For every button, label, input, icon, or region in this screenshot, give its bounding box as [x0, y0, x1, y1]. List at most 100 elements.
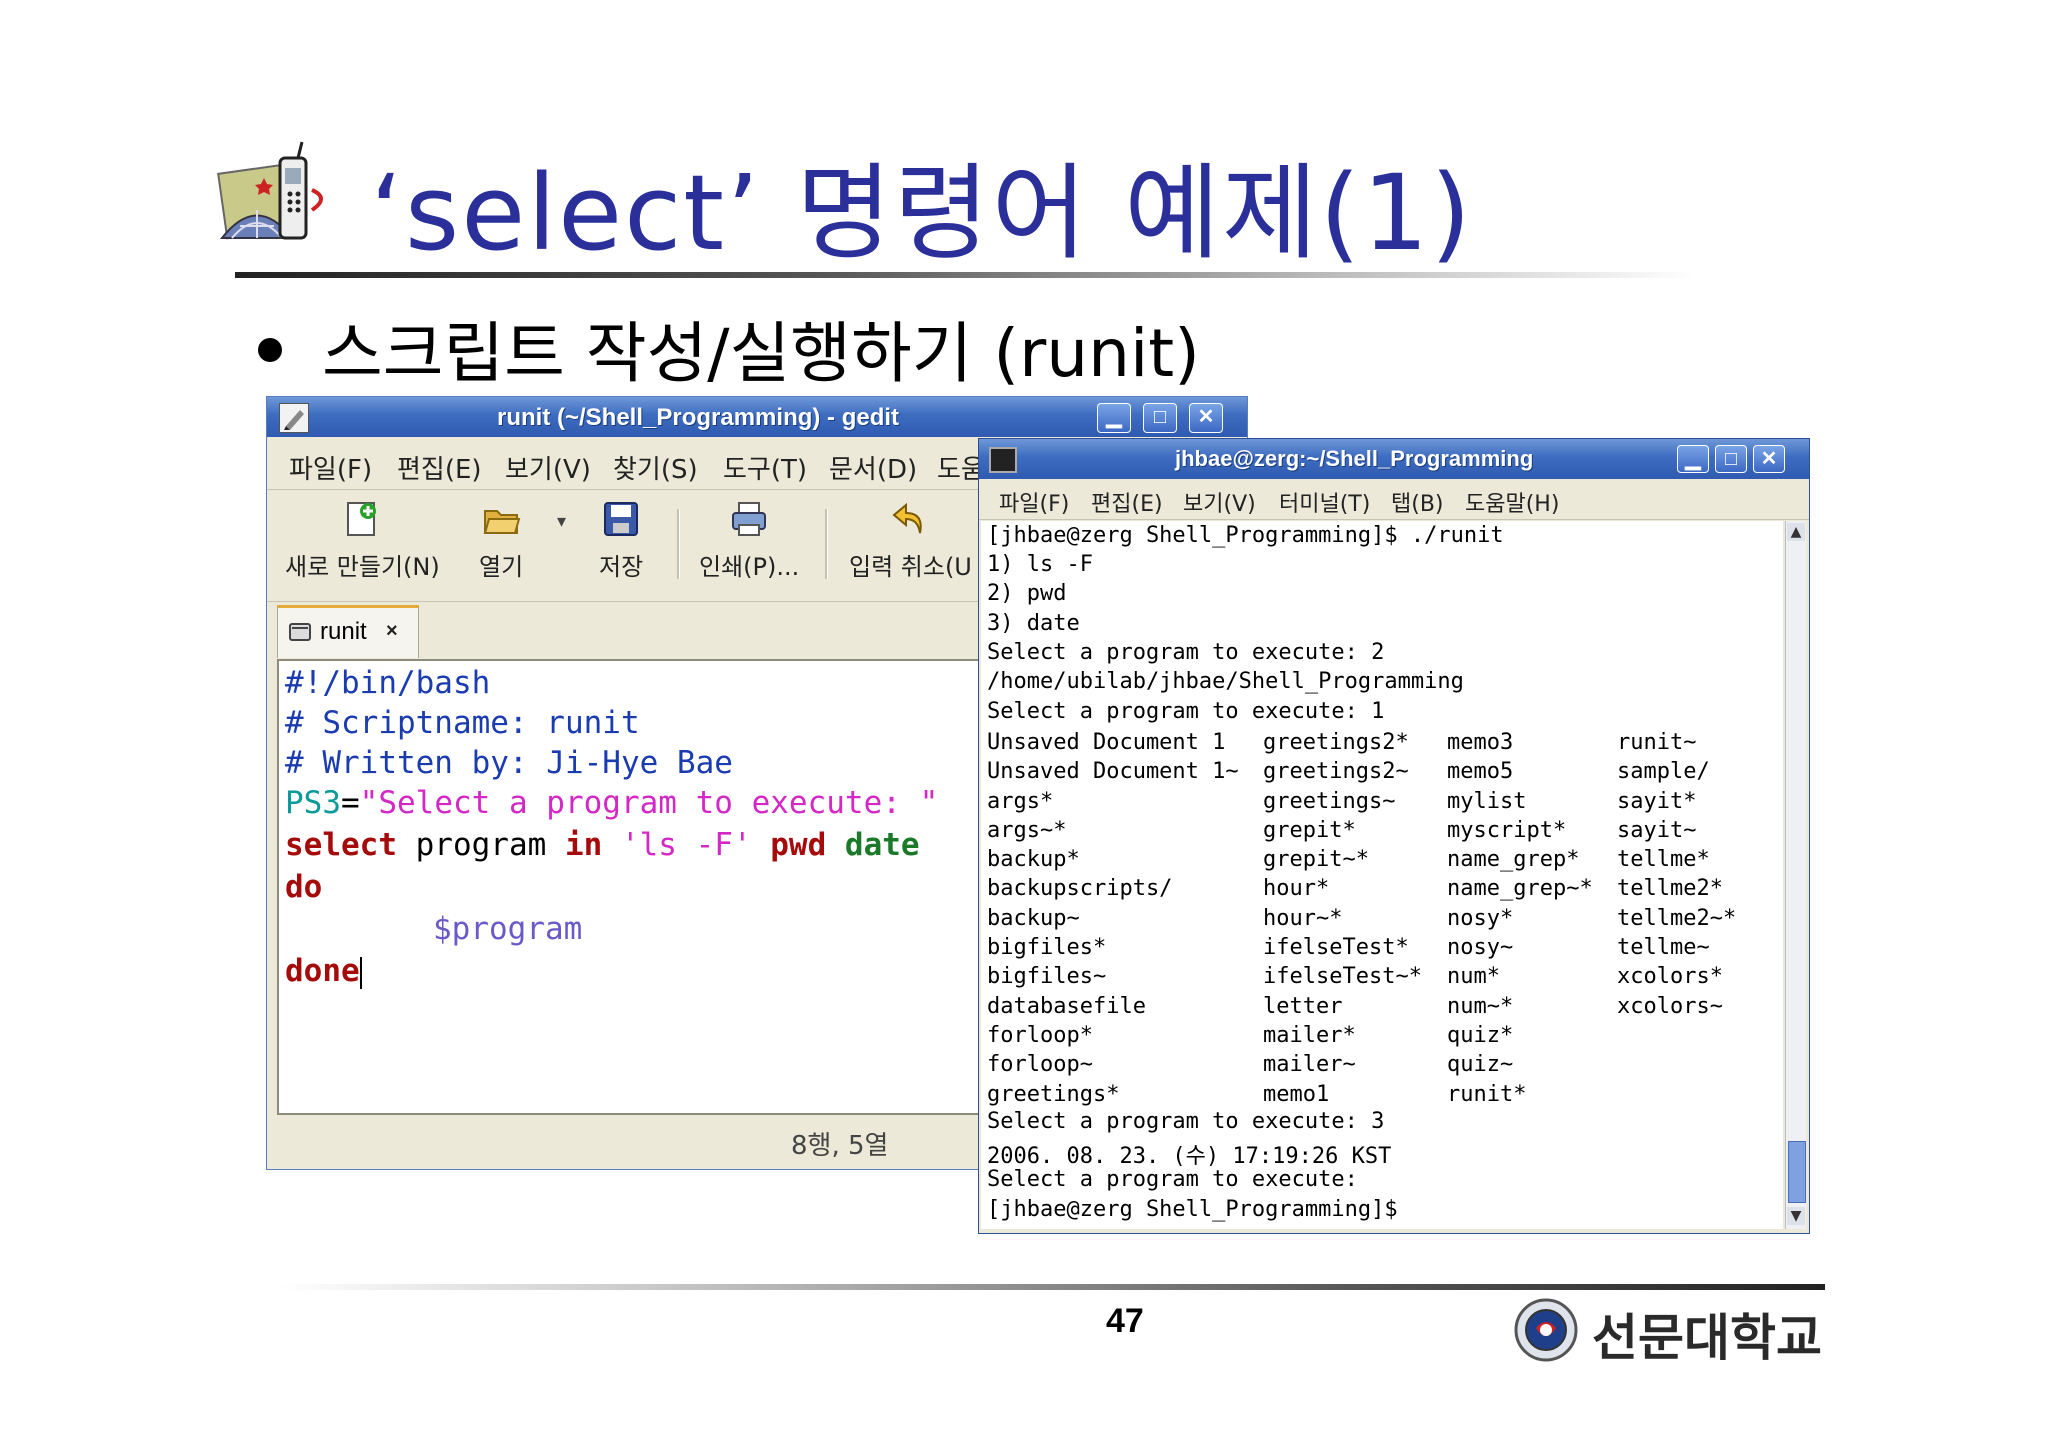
- menu-search[interactable]: 찾기(S): [613, 449, 698, 486]
- ls-entry: args*: [987, 788, 1054, 814]
- ls-entry: mailer~: [1263, 1052, 1356, 1078]
- terminal-menubar: 파일(F) 편집(E) 보기(V) 터미널(T) 탭(B) 도움말(H): [979, 479, 1809, 520]
- menu-terminal[interactable]: 터미널(T): [1279, 486, 1370, 518]
- gedit-titlebar[interactable]: runit (~/Shell_Programming) - gedit ▁ □ …: [267, 397, 1247, 437]
- menu-edit[interactable]: 편집(E): [397, 449, 482, 486]
- close-button[interactable]: ✕: [1189, 403, 1223, 433]
- scroll-down-arrow-icon[interactable]: ▼: [1787, 1207, 1805, 1225]
- code-line-4: PS3="Select a program to execute: ": [285, 785, 938, 821]
- ls-entry: num*: [1447, 964, 1500, 990]
- tab-label: runit: [320, 618, 367, 645]
- menu-documents[interactable]: 문서(D): [829, 449, 917, 486]
- ls-entry: Unsaved Document 1: [987, 730, 1226, 755]
- terminal-line: [jhbae@zerg Shell_Programming]$ ./runit: [987, 523, 1504, 548]
- save-button[interactable]: 저장: [599, 499, 643, 582]
- print-label: 인쇄(P)...: [699, 553, 800, 581]
- minimize-button[interactable]: ▁: [1097, 403, 1131, 433]
- printer-icon: [729, 499, 769, 539]
- menu-file[interactable]: 파일(F): [289, 449, 372, 486]
- terminal-line: 1) ls -F: [987, 552, 1093, 577]
- footer-divider: [280, 1284, 1825, 1290]
- university-seal-icon: [1514, 1298, 1578, 1362]
- ls-entry: Unsaved Document 1~: [987, 759, 1239, 785]
- maximize-button[interactable]: □: [1143, 403, 1177, 433]
- university-name: 선문대학교: [1592, 1309, 1822, 1367]
- undo-arrow-icon: [890, 499, 930, 539]
- ls-entry: hour~*: [1263, 905, 1343, 931]
- close-button[interactable]: ✕: [1753, 445, 1785, 473]
- terminal-line: Select a program to execute:: [987, 1167, 1358, 1192]
- menu-view[interactable]: 보기(V): [1183, 486, 1256, 518]
- menu-help[interactable]: 도움말(H): [1465, 486, 1559, 518]
- code-date-word: date: [826, 827, 920, 863]
- ls-entry: xcolors*: [1617, 964, 1723, 990]
- new-button[interactable]: 새로 만들기(N): [285, 499, 440, 582]
- terminal-output[interactable]: [jhbae@zerg Shell_Programming]$ ./runit …: [981, 521, 1783, 1229]
- code-equals: =: [341, 785, 360, 821]
- new-label: 새로 만들기(N): [285, 553, 440, 581]
- title-divider: [235, 272, 1695, 278]
- ls-entry: sayit~: [1617, 817, 1697, 843]
- ls-entry: backup*: [987, 847, 1080, 873]
- ls-entry: greetings*: [987, 1081, 1120, 1107]
- ls-entry: tellme2*: [1617, 876, 1723, 902]
- print-button[interactable]: 인쇄(P)...: [699, 499, 799, 582]
- code-select-keyword: select: [285, 827, 397, 863]
- ls-column-3: memo3 memo5 mylist myscript* name_grep* name_…: [1447, 728, 1593, 1109]
- ls-entry: name_grep*: [1447, 847, 1580, 873]
- code-done-keyword: done: [285, 953, 360, 989]
- scroll-up-arrow-icon[interactable]: ▲: [1787, 523, 1805, 541]
- menu-tabs[interactable]: 탭(B): [1391, 486, 1444, 518]
- undo-label: 입력 취소(U: [849, 553, 972, 581]
- tab-close-icon[interactable]: ×: [386, 620, 398, 643]
- bullet-icon: [258, 338, 282, 362]
- code-program-word: program: [396, 827, 565, 863]
- scrollbar-thumb[interactable]: [1788, 1141, 1806, 1203]
- gedit-app-icon: [279, 403, 309, 433]
- terminal-line: 2006. 08. 23. (수) 17:19:26 KST: [987, 1144, 1392, 1169]
- ls-entry: tellme2~*: [1617, 905, 1737, 931]
- ls-entry: grepit~*: [1263, 847, 1369, 873]
- undo-button[interactable]: 입력 취소(U: [849, 499, 972, 582]
- folder-open-icon: [481, 499, 521, 539]
- terminal-titlebar[interactable]: jhbae@zerg:~/Shell_Programming ▁ □ ✕: [979, 439, 1809, 479]
- code-ps3-string: "Select a program to execute: ": [359, 785, 939, 821]
- ls-entry: memo5: [1447, 759, 1514, 785]
- ls-entry: forloop~: [987, 1052, 1093, 1078]
- ls-entry: quiz~: [1447, 1052, 1514, 1078]
- ls-entry: sayit*: [1617, 788, 1697, 814]
- code-line-8: done: [285, 953, 362, 989]
- document-tab-icon: [288, 620, 314, 649]
- tab-runit[interactable]: runit ×: [277, 605, 419, 658]
- menu-file[interactable]: 파일(F): [999, 486, 1069, 518]
- code-pwd-word: pwd: [751, 827, 827, 863]
- ls-entry: quiz*: [1447, 1022, 1514, 1048]
- ls-entry: name_grep~*: [1447, 876, 1593, 902]
- terminal-scrollbar[interactable]: ▲ ▼: [1785, 521, 1806, 1229]
- phone-globe-icon: [212, 138, 352, 258]
- ls-entry: args~*: [987, 817, 1067, 843]
- menu-view[interactable]: 보기(V): [505, 449, 591, 486]
- maximize-button[interactable]: □: [1715, 445, 1747, 473]
- code-line-1: #!/bin/bash: [285, 665, 491, 701]
- code-line-5: select program in 'ls -F' pwd date: [285, 827, 920, 863]
- open-dropdown-chevron-icon[interactable]: ▾: [557, 511, 566, 532]
- code-ls-string: 'ls -F': [602, 827, 752, 863]
- ls-entry: memo3: [1447, 730, 1514, 755]
- ls-entry: myscript*: [1447, 817, 1567, 843]
- menu-edit[interactable]: 편집(E): [1091, 486, 1163, 518]
- ls-entry: greetings2*: [1263, 730, 1409, 755]
- code-line-7: $program: [433, 911, 583, 947]
- terminal-prompt-line: [jhbae@zerg Shell_Programming]$: [987, 1197, 1398, 1222]
- terminal-window-title: jhbae@zerg:~/Shell_Programming: [1175, 446, 1534, 471]
- ls-entry: letter: [1263, 993, 1343, 1019]
- ls-entry: xcolors~: [1617, 993, 1723, 1019]
- ls-entry: runit*: [1447, 1081, 1527, 1107]
- code-line-6: do: [285, 869, 323, 905]
- minimize-button[interactable]: ▁: [1677, 445, 1709, 473]
- gedit-window-title: runit (~/Shell_Programming) - gedit: [497, 404, 900, 431]
- text-cursor: [359, 956, 362, 989]
- open-button[interactable]: 열기: [479, 499, 523, 582]
- slide-title: ‘select’ 명령어 예제(1): [370, 152, 1473, 274]
- menu-tools[interactable]: 도구(T): [723, 449, 807, 486]
